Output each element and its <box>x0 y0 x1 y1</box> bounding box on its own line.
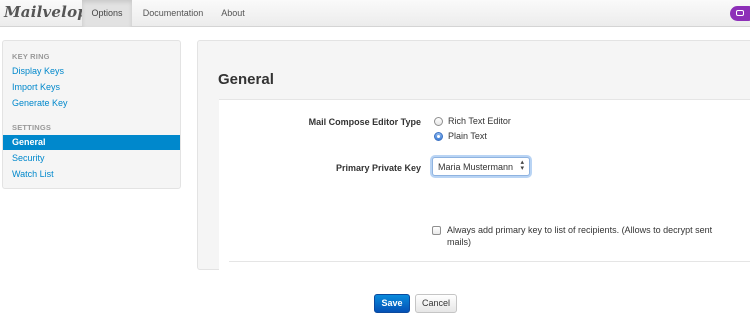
primary-key-select[interactable]: Maria Mustermann ▴ ▾ <box>432 157 530 176</box>
sidebar-item-generate-key[interactable]: Generate Key <box>3 96 180 111</box>
tab-about[interactable]: About <box>213 0 253 27</box>
general-settings-form: Mail Compose Editor Type Rich Text Edito… <box>219 99 750 313</box>
sidebar-item-import-keys[interactable]: Import Keys <box>3 80 180 95</box>
save-button[interactable]: Save <box>374 294 410 313</box>
radio-label-rich-text: Rich Text Editor <box>448 116 511 126</box>
editor-type-label: Mail Compose Editor Type <box>308 117 421 127</box>
always-add-primary-key-label: Always add primary key to list of recipi… <box>447 225 713 247</box>
sidebar-item-security[interactable]: Security <box>3 151 180 166</box>
page-title: General <box>218 71 274 88</box>
tab-options[interactable]: Options <box>82 0 132 27</box>
lock-glyph-icon <box>736 10 744 16</box>
sidebar-item-general[interactable]: General <box>3 135 180 150</box>
sidebar-item-display-keys[interactable]: Display Keys <box>3 64 180 79</box>
sidebar-header-keyring: KEY RING <box>12 52 50 61</box>
tab-documentation[interactable]: Documentation <box>137 0 209 27</box>
form-divider <box>229 261 750 262</box>
settings-sidebar: KEY RING Display Keys Import Keys Genera… <box>2 40 181 189</box>
always-add-primary-key-checkbox[interactable] <box>432 226 441 235</box>
sidebar-item-watch-list[interactable]: Watch List <box>3 167 180 182</box>
main-panel: General Mail Compose Editor Type Rich Te… <box>197 40 750 313</box>
cancel-button[interactable]: Cancel <box>415 294 457 313</box>
top-navbar: Mailvelope Options Documentation About <box>0 0 750 27</box>
primary-key-selected-value: Maria Mustermann <box>438 162 514 172</box>
radio-button[interactable] <box>434 117 443 126</box>
radio-button-selected[interactable] <box>434 132 443 141</box>
select-arrows-icon: ▴ ▾ <box>520 159 524 172</box>
primary-key-label: Primary Private Key <box>335 163 421 173</box>
sidebar-header-settings: SETTINGS <box>12 123 52 132</box>
mailvelope-lock-icon[interactable] <box>730 6 750 21</box>
radio-label-plain-text: Plain Text <box>448 131 487 141</box>
